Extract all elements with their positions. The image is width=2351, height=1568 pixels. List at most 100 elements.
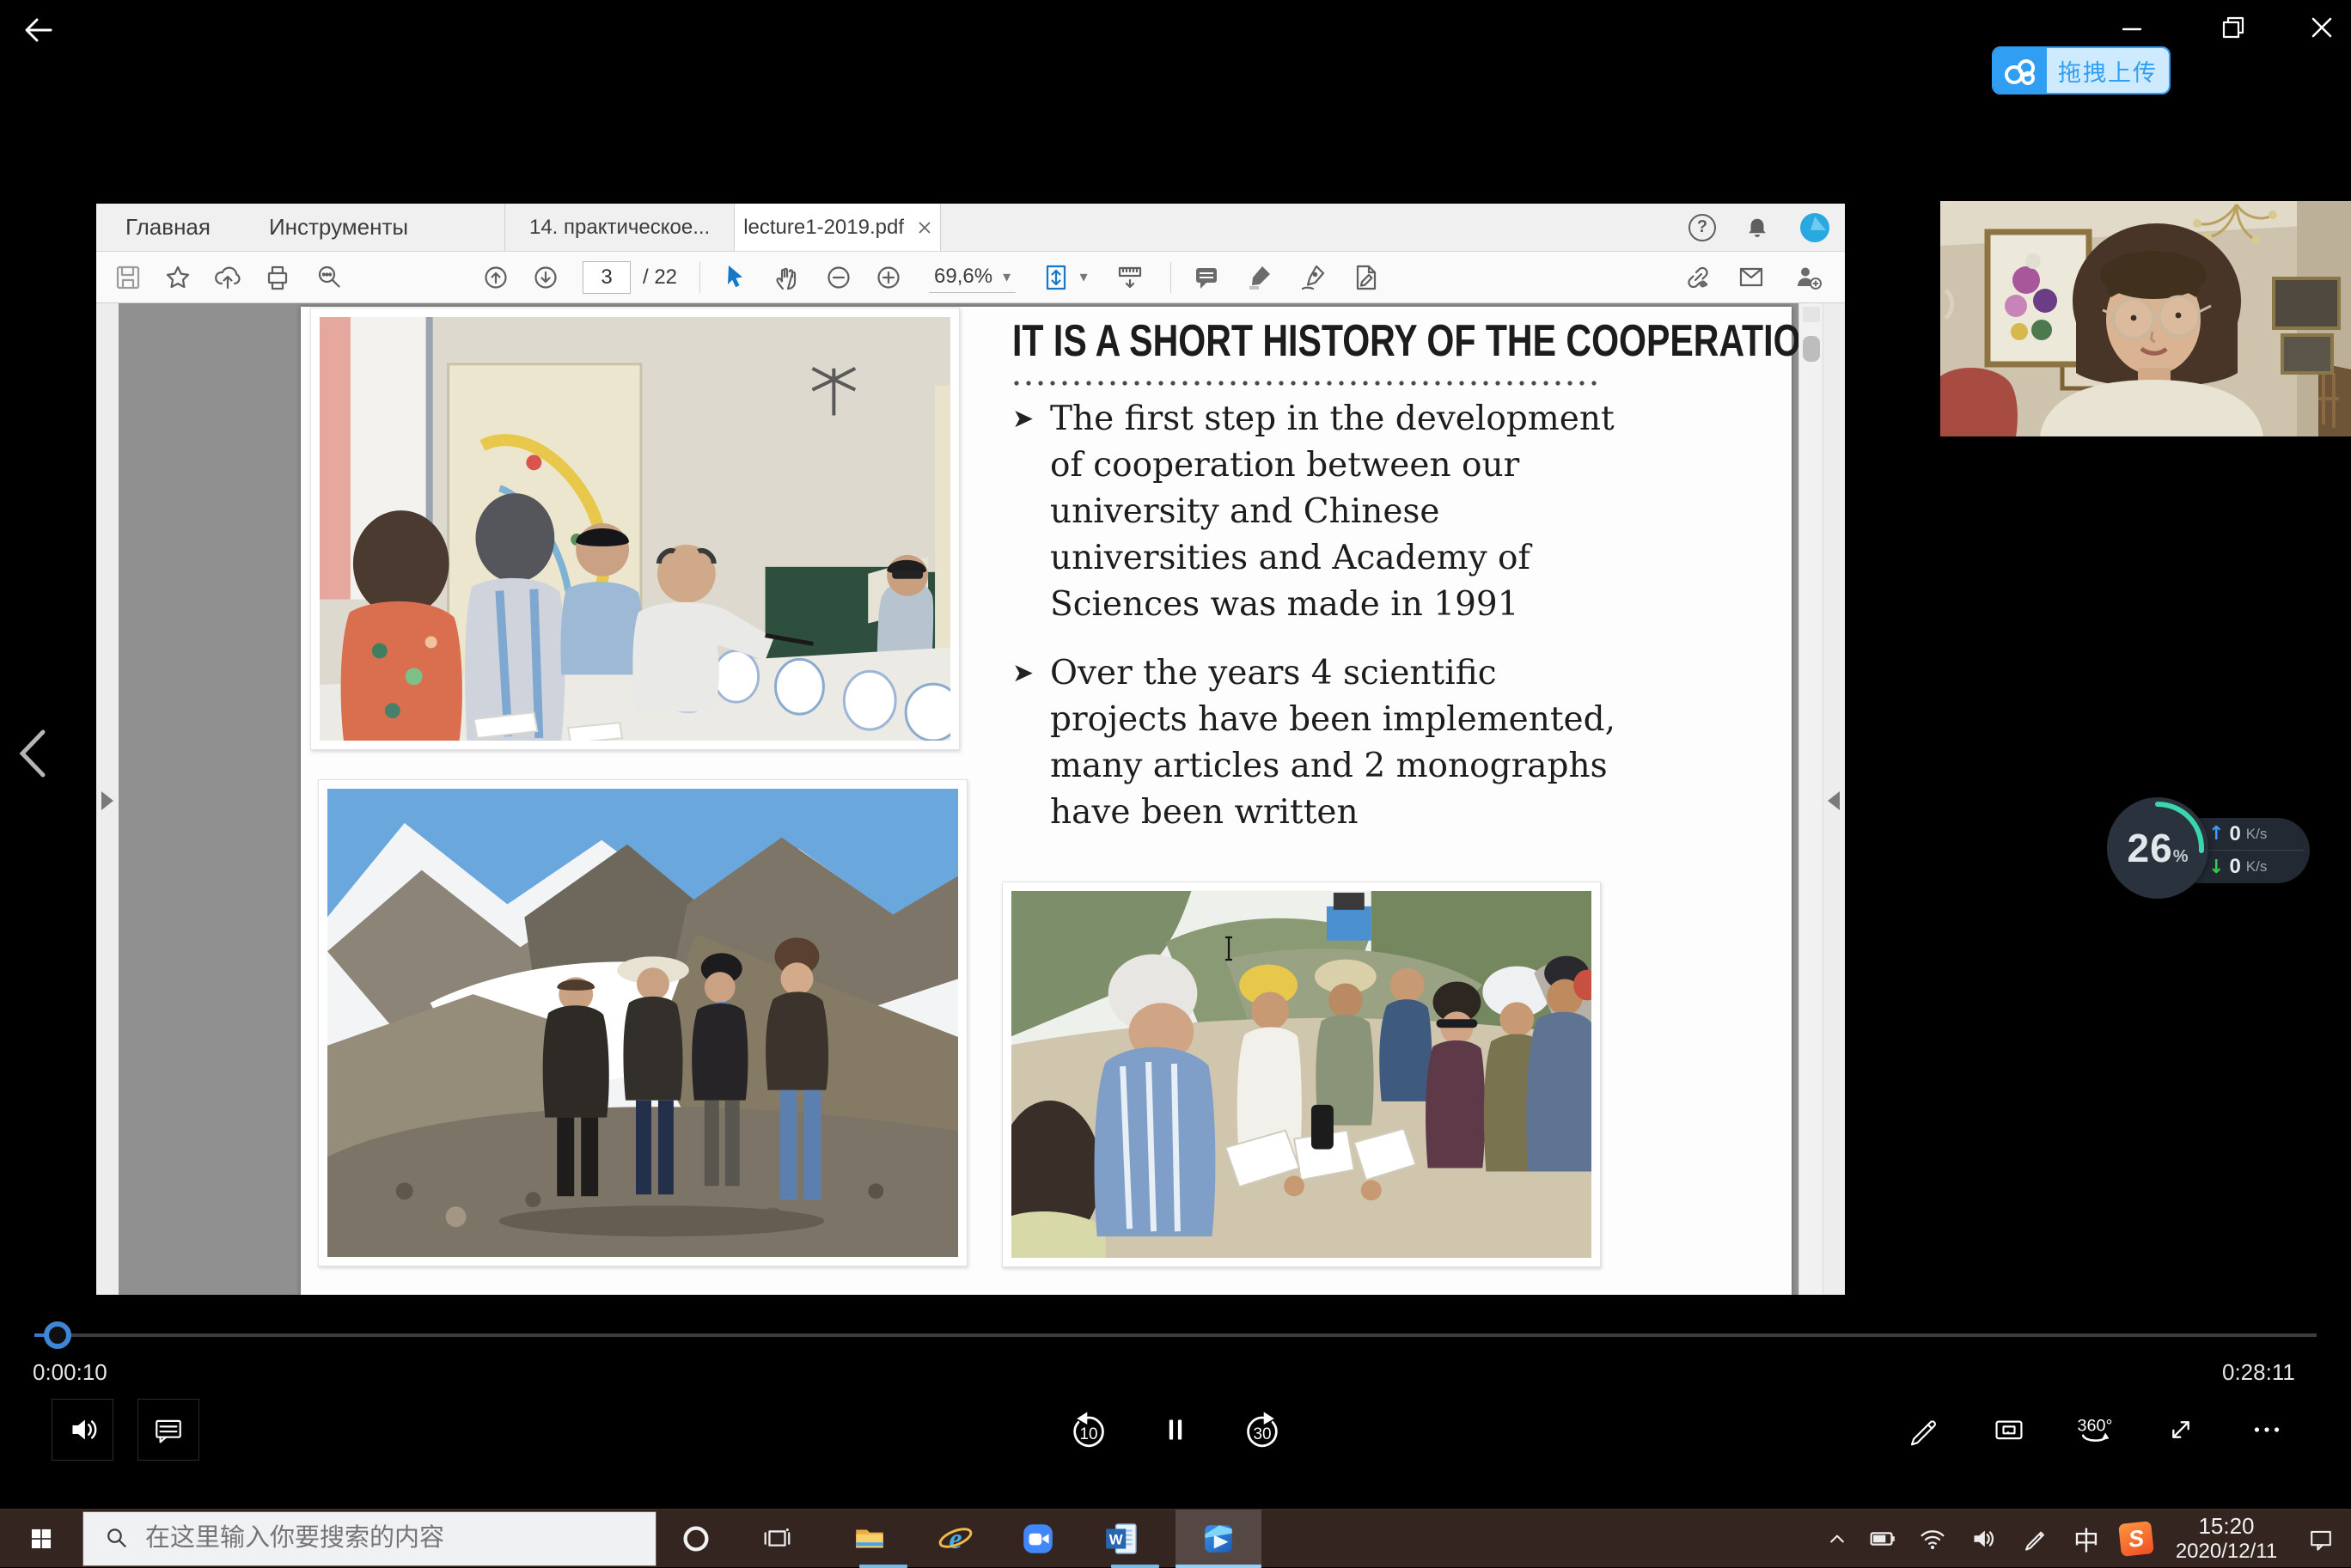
taskbar-word[interactable]: W: [1097, 1510, 1145, 1568]
previous-page-button[interactable]: [471, 252, 521, 303]
pdf-page: IT IS A SHORT HISTORY OF THE COOPERATION…: [301, 307, 1792, 1295]
netdisk-upload-button[interactable]: 拖拽上传: [1992, 46, 2171, 95]
webcam-overlay: [1940, 201, 2351, 436]
comment-icon: [1189, 260, 1224, 295]
tray-wifi[interactable]: [1908, 1510, 1957, 1568]
zoom-level-dropdown[interactable]: 69,6% ▾: [929, 261, 1016, 293]
ime-label: 中: [2073, 1520, 2099, 1558]
fill-sign-tool-button[interactable]: [1340, 252, 1393, 303]
cortana-button[interactable]: [672, 1510, 720, 1568]
tray-volume[interactable]: [1957, 1510, 2007, 1568]
taskbar-internet-explorer[interactable]: e: [931, 1510, 980, 1568]
tab-close-icon[interactable]: [918, 221, 931, 235]
taskbar-search-box[interactable]: [82, 1511, 656, 1566]
action-center-icon: [2305, 1523, 2336, 1554]
forward-30-button[interactable]: 30: [1231, 1399, 1293, 1461]
subtitles-button[interactable]: [137, 1399, 199, 1461]
doc-tab-active[interactable]: lecture1-2019.pdf: [735, 204, 941, 251]
sign-tool-button[interactable]: [1286, 252, 1340, 303]
account-avatar[interactable]: [1785, 204, 1845, 251]
fit-page-dropdown[interactable]: ▾: [1029, 252, 1096, 303]
seek-bar[interactable]: [34, 1331, 2317, 1339]
more-options-button[interactable]: [2236, 1399, 2298, 1461]
restore-button[interactable]: [2205, 5, 2262, 50]
minimize-button[interactable]: [2104, 9, 2160, 48]
rotate-360-button[interactable]: 360°: [2064, 1399, 2126, 1461]
tray-show-hidden-button[interactable]: [1817, 1510, 1858, 1568]
vertical-scrollbar[interactable]: [1798, 303, 1823, 1295]
svg-text:360°: 360°: [2078, 1417, 2113, 1436]
network-monitor-widget[interactable]: ↑ 0 K/s ↓ 0 K/s 26%: [2107, 797, 2317, 904]
email-button[interactable]: [1725, 252, 1778, 303]
draw-button[interactable]: [1892, 1399, 1954, 1461]
tab-tools[interactable]: Инструменты: [240, 204, 437, 251]
pause-button[interactable]: [1145, 1399, 1206, 1461]
fullscreen-button[interactable]: [2150, 1399, 2212, 1461]
action-center-button[interactable]: [2291, 1510, 2351, 1568]
search-dots-icon: [312, 260, 346, 295]
tray-ime[interactable]: 中: [2062, 1510, 2110, 1568]
task-view-button[interactable]: [753, 1510, 801, 1568]
rewind-10-button[interactable]: 10: [1058, 1399, 1120, 1461]
photo-field-group-illustration: [1011, 891, 1591, 1258]
doc-tab-inactive[interactable]: 14. практическое...: [504, 204, 735, 251]
print-button[interactable]: [253, 252, 302, 303]
cortana-icon: [680, 1522, 712, 1555]
search-input[interactable]: [145, 1512, 656, 1565]
netdisk-cloud-icon: [1994, 48, 2047, 93]
page-number-input[interactable]: [583, 261, 631, 294]
upload-arrow-icon: ↑: [2208, 823, 2224, 845]
page-down-icon: [528, 260, 563, 295]
close-button[interactable]: [2296, 3, 2348, 52]
previous-chevron[interactable]: [7, 723, 58, 784]
tab-home[interactable]: Главная: [96, 204, 240, 251]
hand-tool-button[interactable]: [760, 252, 814, 303]
highlight-tool-button[interactable]: [1233, 252, 1286, 303]
scrollbar-up-button[interactable]: [1803, 307, 1820, 322]
active-app-indicator: [1176, 1565, 1261, 1568]
next-page-button[interactable]: [521, 252, 571, 303]
bullet-item: ➤ Over the years 4 scientific projects h…: [1012, 650, 1619, 836]
scrollbar-thumb[interactable]: [1803, 336, 1820, 362]
taskbar-movies-tv-active[interactable]: [1176, 1510, 1261, 1568]
taskbar-zoom[interactable]: [1014, 1510, 1062, 1568]
star-button[interactable]: [153, 252, 203, 303]
comment-tool-button[interactable]: [1180, 252, 1233, 303]
zoom-in-button[interactable]: [864, 252, 913, 303]
restore-icon: [2220, 15, 2246, 40]
zoom-out-button[interactable]: [814, 252, 864, 303]
ruler-tool-button[interactable]: [1102, 252, 1158, 303]
share-upload-button[interactable]: [203, 252, 253, 303]
save-button[interactable]: [103, 252, 153, 303]
bullet-text: Over the years 4 scientific projects hav…: [1050, 650, 1619, 836]
acrobat-tab-bar: Главная Инструменты 14. практическое... …: [96, 204, 1845, 252]
share-link-button[interactable]: [1671, 252, 1725, 303]
tray-sogou[interactable]: S: [2110, 1510, 2162, 1568]
tray-battery[interactable]: [1858, 1510, 1908, 1568]
cpu-percent-circle[interactable]: 26%: [2107, 797, 2208, 899]
clock-time: 15:20: [2198, 1514, 2254, 1540]
rotate-360-icon: 360°: [2068, 1403, 2122, 1456]
expand-left-panel-icon[interactable]: [101, 791, 113, 810]
mini-player-button[interactable]: [1978, 1399, 2040, 1461]
cloud-upload-icon: [211, 260, 245, 295]
svg-text:10: 10: [1079, 1425, 1097, 1443]
forward-30-icon: 30: [1236, 1403, 1289, 1456]
bullet-text: The first step in the development of coo…: [1050, 396, 1619, 628]
back-button[interactable]: [15, 7, 62, 53]
search-tool-button[interactable]: [302, 252, 356, 303]
volume-button[interactable]: [52, 1399, 113, 1461]
elapsed-time: 0:00:10: [33, 1359, 107, 1386]
tray-pen[interactable]: [2007, 1510, 2062, 1568]
tray-clock[interactable]: 15:20 2020/12/11: [2162, 1510, 2291, 1568]
help-button[interactable]: ?: [1675, 204, 1730, 251]
expand-right-panel-icon[interactable]: [1828, 791, 1840, 810]
add-user-button[interactable]: [1778, 252, 1838, 303]
select-tool-button[interactable]: [707, 252, 760, 303]
notifications-button[interactable]: [1730, 204, 1785, 251]
seek-thumb[interactable]: [44, 1321, 71, 1349]
taskbar-file-explorer[interactable]: [846, 1510, 894, 1568]
start-button[interactable]: [0, 1510, 82, 1568]
chevron-down-icon: ▾: [1080, 268, 1088, 286]
upload-speed-unit: K/s: [2246, 826, 2268, 843]
